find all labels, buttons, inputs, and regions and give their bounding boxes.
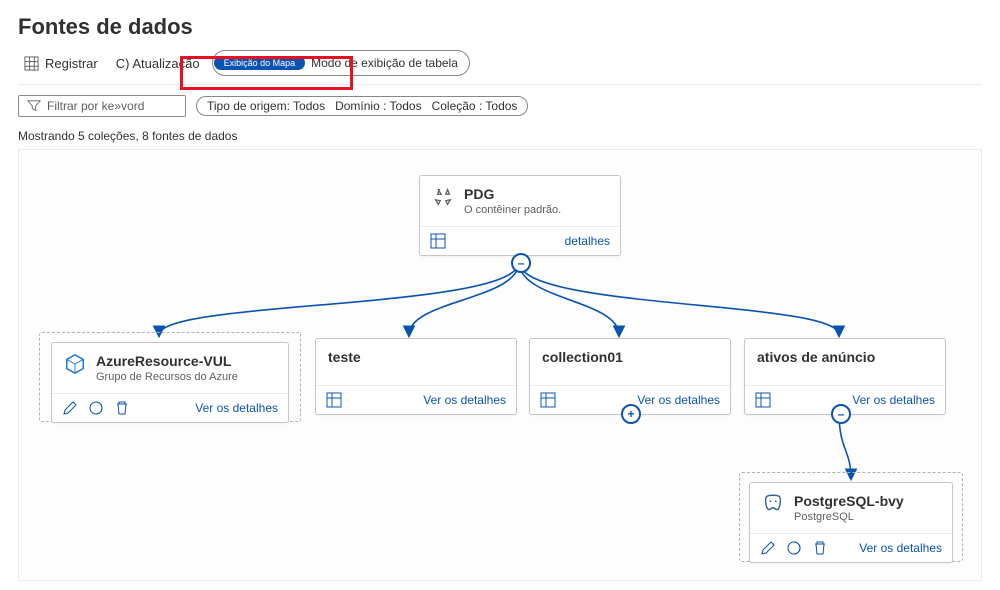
node-teste-view[interactable]: Ver os detalhes <box>423 393 506 407</box>
postgres-icon <box>762 493 784 515</box>
collapse-button-ads[interactable]: – <box>831 404 851 424</box>
node-pg-title: PostgreSQL-bvy <box>794 493 904 509</box>
node-azure-sub: Grupo de Recursos do Azure <box>96 371 238 383</box>
node-pg-sub: PostgreSQL <box>794 511 904 523</box>
register-label: Registrar <box>45 56 98 71</box>
node-pdg[interactable]: PDG O contêiner padrão. detalhes <box>419 175 621 256</box>
data-grid-icon[interactable] <box>755 392 771 408</box>
grid-icon <box>24 56 39 71</box>
node-ads-title: ativos de anúncio <box>757 349 875 365</box>
map-canvas[interactable]: PDG O contêiner padrão. detalhes – Azure… <box>18 149 982 581</box>
keyword-placeholder: Filtrar por ke»vord <box>47 99 144 113</box>
edit-icon[interactable] <box>760 540 776 556</box>
node-pdg-sub: O contêiner padrão. <box>464 204 561 216</box>
node-ads[interactable]: ativos de anúncio Ver os detalhes <box>744 338 946 415</box>
page-title: Fontes de dados <box>18 14 982 40</box>
node-azure-view[interactable]: Ver os detalhes <box>195 401 278 415</box>
data-grid-icon[interactable] <box>326 392 342 408</box>
node-col01-view[interactable]: Ver os detalhes <box>637 393 720 407</box>
azure-cube-icon <box>64 353 86 375</box>
summary-text: Mostrando 5 coleções, 8 fontes de dados <box>18 129 982 143</box>
node-azure-title: AzureResource-VUL <box>96 353 238 369</box>
edit-icon[interactable] <box>62 400 78 416</box>
delete-icon[interactable] <box>812 540 828 556</box>
refresh-button[interactable]: C) Atualização <box>110 52 206 75</box>
view-toggle[interactable]: Exibição do Mapa Modo de exibição de tab… <box>212 50 470 76</box>
keyword-filter[interactable]: Filtrar por ke»vord <box>18 95 186 117</box>
node-pg[interactable]: PostgreSQL-bvy PostgreSQL Ver os detalhe… <box>749 482 953 563</box>
refresh-label: C) Atualização <box>116 56 200 71</box>
chip-source-type[interactable]: Tipo de origem: Todos <box>207 99 325 113</box>
filter-bar: Filtrar por ke»vord Tipo de origem: Todo… <box>18 95 982 117</box>
register-button[interactable]: Registrar <box>18 52 104 75</box>
filter-icon <box>27 99 41 113</box>
chip-domain[interactable]: Domínio : Todos <box>335 99 422 113</box>
delete-icon[interactable] <box>114 400 130 416</box>
map-view-pill[interactable]: Exibição do Mapa <box>214 56 306 70</box>
node-col01-title: collection01 <box>542 349 623 365</box>
recycle-icon <box>432 186 454 208</box>
node-azure[interactable]: AzureResource-VUL Grupo de Recursos do A… <box>51 342 289 423</box>
filter-chips: Tipo de origem: Todos Domínio : Todos Co… <box>196 96 528 116</box>
collapse-button-pdg[interactable]: – <box>511 253 531 273</box>
scan-icon[interactable] <box>786 540 802 556</box>
node-ads-view[interactable]: Ver os detalhes <box>852 393 935 407</box>
table-view-option[interactable]: Modo de exibição de tabela <box>305 56 468 70</box>
node-teste[interactable]: teste Ver os detalhes <box>315 338 517 415</box>
toolbar: Registrar C) Atualização Exibição do Map… <box>18 50 982 85</box>
expand-button-col01[interactable]: + <box>621 404 641 424</box>
data-grid-icon[interactable] <box>540 392 556 408</box>
node-pdg-details[interactable]: detalhes <box>565 234 610 248</box>
data-grid-icon[interactable] <box>430 233 446 249</box>
chip-collection[interactable]: Coleção : Todos <box>432 99 518 113</box>
node-pdg-title: PDG <box>464 186 561 202</box>
scan-icon[interactable] <box>88 400 104 416</box>
node-pg-view[interactable]: Ver os detalhes <box>859 541 942 555</box>
node-teste-title: teste <box>328 349 361 365</box>
